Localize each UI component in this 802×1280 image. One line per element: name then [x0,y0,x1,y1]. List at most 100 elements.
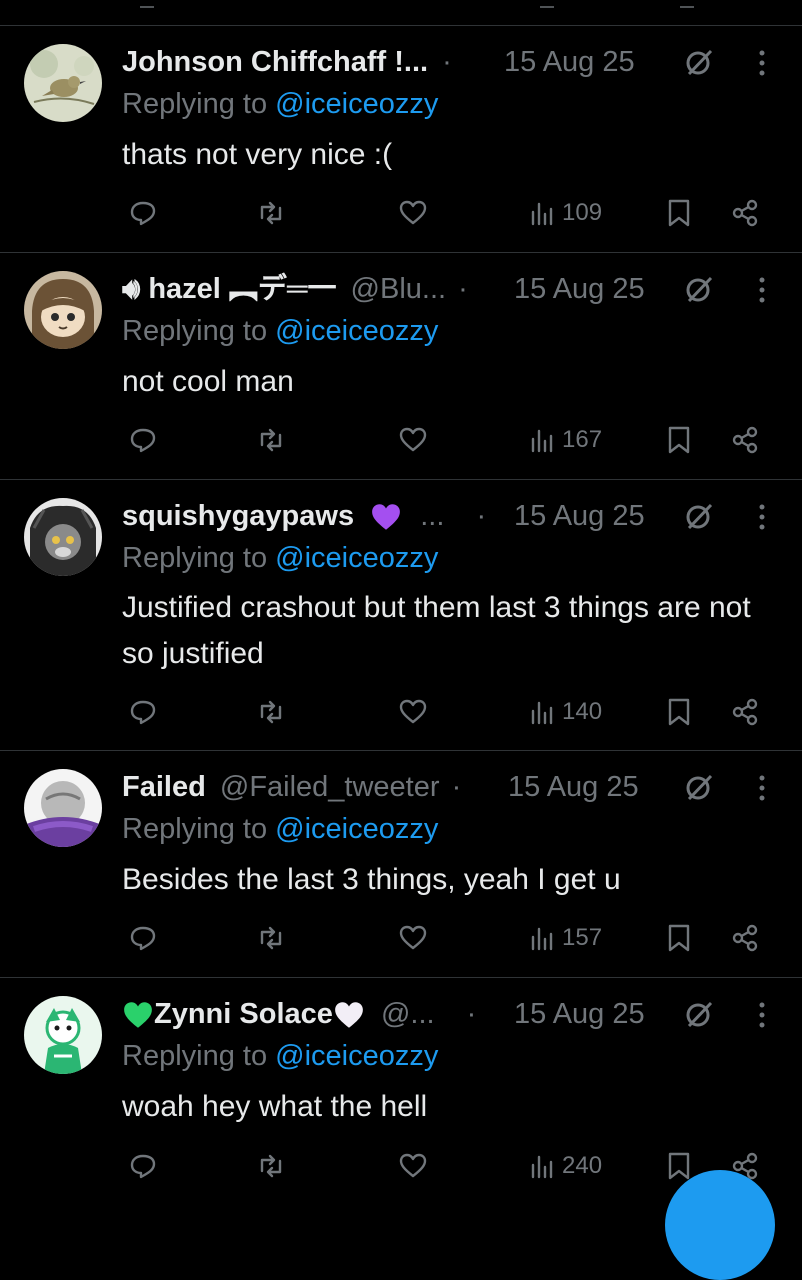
mention-link[interactable]: @iceiceozzy [275,813,438,845]
character-avatar-image [24,996,102,1074]
user-handle[interactable]: @... [381,998,435,1030]
user-handle[interactable]: ... [420,500,444,532]
character-avatar-image [24,769,102,847]
like-icon [399,427,427,452]
mention-link[interactable]: @iceiceozzy [275,542,438,574]
display-name[interactable]: Failed [122,771,206,803]
views-count: 240 [562,1152,603,1179]
post-date[interactable]: 15 Aug 25 [514,994,645,1034]
bookmark-button[interactable] [664,692,694,732]
views-button[interactable]: 240 [528,1146,602,1186]
share-button[interactable] [730,420,760,460]
post-header: Johnson Chiffchaff !... · 15 Aug 25 [122,42,742,82]
avatar[interactable] [24,271,102,349]
avatar[interactable] [24,498,102,576]
post-date[interactable]: 15 Aug 25 [504,42,635,82]
reply-button[interactable] [128,918,158,958]
mention-link[interactable]: @iceiceozzy [275,88,438,120]
white-heart-icon [333,1000,365,1030]
repost-icon [260,926,282,950]
display-name[interactable]: squishygaypaws [122,500,354,532]
post-date[interactable]: 15 Aug 25 [514,269,645,309]
like-button[interactable] [398,692,428,732]
mention-link[interactable]: @iceiceozzy [275,1040,438,1072]
post-date[interactable]: 15 Aug 25 [514,496,645,536]
purple-heart-icon [370,502,402,532]
display-name[interactable]: 🔊︎ hazel ︻デ═一 [122,273,336,305]
mention-link[interactable]: @iceiceozzy [275,315,438,347]
repost-button[interactable] [256,918,286,958]
avatar[interactable] [24,996,102,1074]
replying-to: Replying to @iceiceozzy [122,809,438,849]
like-button[interactable] [398,420,428,460]
grok-icon[interactable] [684,501,714,531]
repost-button[interactable] [256,692,286,732]
bookmark-icon [668,426,690,454]
more-icon[interactable] [752,502,772,532]
share-button[interactable] [730,692,760,732]
reply-post[interactable]: Johnson Chiffchaff !... · 15 Aug 25 Repl… [0,26,802,253]
like-button[interactable] [398,193,428,233]
reply-post[interactable]: Zynni Solace @... · 15 Aug 25 Replying t… [0,978,802,1200]
post-header: 🔊︎ hazel ︻デ═一 @Blu... · 15 Aug 25 [122,269,742,309]
bookmark-button[interactable] [664,420,694,460]
display-name[interactable]: Zynni Solace [154,998,333,1030]
grok-icon[interactable] [684,772,714,802]
repost-button[interactable] [256,420,286,460]
post-header: squishygaypaws ... · 15 Aug 25 [122,496,742,536]
bookmark-button[interactable] [664,193,694,233]
reply-button[interactable] [128,1146,158,1186]
replying-to: Replying to @iceiceozzy [122,84,438,124]
more-icon[interactable] [752,48,772,78]
post-header: Zynni Solace @... · 15 Aug 25 [122,994,742,1034]
display-name[interactable]: Johnson Chiffchaff !... [122,46,428,78]
repost-button[interactable] [256,193,286,233]
bird-avatar-image [24,44,102,122]
bookmark-icon [668,199,690,227]
action-bar: 240 [0,1146,802,1186]
repost-button[interactable] [256,1146,286,1186]
reply-button[interactable] [128,692,158,732]
views-button[interactable]: 157 [528,918,602,958]
reply-post[interactable]: squishygaypaws ... · 15 Aug 25 Replying … [0,480,802,751]
views-button[interactable]: 109 [528,193,602,233]
replying-label: Replying to [122,1040,276,1072]
share-button[interactable] [730,918,760,958]
views-button[interactable]: 167 [528,420,602,460]
previous-action-stub [140,0,154,8]
grok-icon[interactable] [684,274,714,304]
grok-icon[interactable] [684,47,714,77]
share-icon [732,698,758,726]
views-count: 109 [562,199,603,226]
reply-post[interactable]: 🔊︎ hazel ︻デ═一 @Blu... · 15 Aug 25 Replyi… [0,253,802,480]
share-button[interactable] [730,193,760,233]
reply-post[interactable]: Failed @Failed_tweeter · 15 Aug 25 Reply… [0,751,802,978]
separator-dot: · [466,998,477,1030]
bookmark-button[interactable] [664,918,694,958]
more-icon[interactable] [752,1000,772,1030]
views-count: 167 [562,426,603,453]
grok-icon[interactable] [684,999,714,1029]
user-handle[interactable]: @Blu... [351,273,447,305]
views-icon [531,701,553,725]
separator-dot: · [451,771,462,803]
compose-button[interactable] [665,1170,775,1280]
post-text: Besides the last 3 things, yeah I get u [122,863,621,896]
like-button[interactable] [398,918,428,958]
like-button[interactable] [398,1146,428,1186]
more-icon[interactable] [752,773,772,803]
user-handle[interactable]: @Failed_tweeter [220,771,440,803]
green-heart-icon [122,1000,154,1030]
separator-dot: · [442,46,452,78]
post-date[interactable]: 15 Aug 25 [508,767,639,807]
replying-label: Replying to [122,88,276,120]
reply-button[interactable] [128,420,158,460]
more-icon[interactable] [752,275,772,305]
separator-dot: · [476,500,487,532]
avatar[interactable] [24,44,102,122]
reply-button[interactable] [128,193,158,233]
action-bar: 167 [0,420,802,460]
character-avatar-image [24,498,102,576]
avatar[interactable] [24,769,102,847]
views-button[interactable]: 140 [528,692,602,732]
